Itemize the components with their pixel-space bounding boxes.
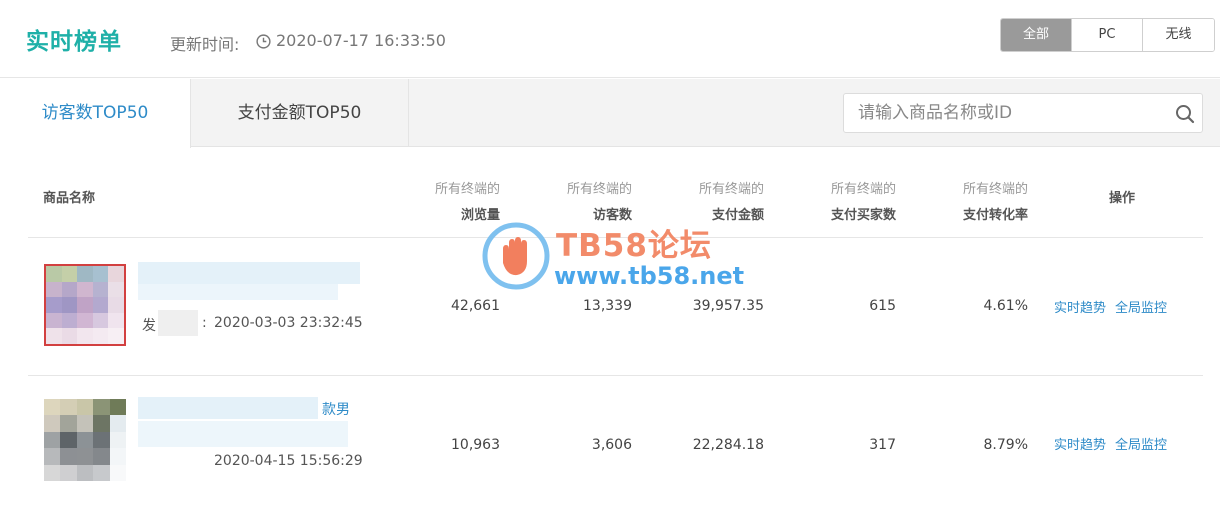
search-box [843,93,1203,133]
col-label: 支付转化率 [962,208,1028,223]
update-time-label: 更新时间: [170,35,240,54]
blurred-product-title[interactable] [138,397,318,419]
col-prefix: 所有终端的 [962,182,1028,197]
product-title-fragment[interactable]: 款男 [322,399,350,419]
watermark-title: TB58论坛 [556,228,712,264]
search-input[interactable] [844,94,1164,132]
tab-bar: 访客数TOP50 支付金额TOP50 [0,79,1220,148]
watermark-hand-logo-icon [482,222,550,290]
page-header: 实时榜单 更新时间: 2020-07-17 16:33:50 全部 PC 无线 [0,0,1220,78]
segment-wireless[interactable]: 无线 [1143,19,1214,51]
col-visitors: 所有终端的 访客数 [492,178,632,223]
publish-time-prefix: 发 [142,318,156,334]
col-payment-amount: 所有终端的 支付金额 [624,178,764,223]
search-icon[interactable] [1175,104,1195,124]
col-product-name: 商品名称 [43,191,96,206]
update-time-value: 2020-07-17 16:33:50 [276,31,446,50]
realtime-trend-link[interactable]: 实时趋势 [1054,434,1106,453]
col-prefix: 所有终端的 [434,182,500,197]
cell-paying-buyers: 615 [869,298,896,314]
col-label: 浏览量 [460,208,500,223]
publish-time: 2020-03-03 23:32:45 [214,315,363,331]
blurred-label [158,310,198,336]
cell-payment-amount: 22,284.18 [692,437,764,453]
col-label: 支付买家数 [830,208,896,223]
col-conversion-rate: 所有终端的 支付转化率 [888,178,1028,223]
publish-time: 2020-04-15 15:56:29 [214,453,363,469]
cell-visitors: 3,606 [591,437,632,453]
product-thumbnail[interactable] [44,399,126,481]
segment-all[interactable]: 全部 [1001,19,1072,51]
cell-conversion-rate: 4.61% [983,298,1028,314]
blurred-product-title[interactable] [138,262,360,284]
cell-paying-buyers: 317 [869,437,896,453]
publish-time-separator: : [202,315,207,331]
watermark-url: www.tb58.net [554,262,745,290]
cell-payment-amount: 39,957.35 [692,298,764,314]
tab-payment-top50[interactable]: 支付金额TOP50 [191,79,409,147]
tab-visitors-top50[interactable]: 访客数TOP50 [0,79,191,148]
clock-icon [256,34,271,49]
realtime-trend-link[interactable]: 实时趋势 [1054,297,1106,316]
cell-pageviews: 10,963 [451,437,500,453]
page-title: 实时榜单 [26,29,122,55]
segment-pc[interactable]: PC [1072,19,1143,51]
product-thumbnail[interactable] [44,264,126,346]
col-prefix: 所有终端的 [698,182,764,197]
global-monitor-link[interactable]: 全局监控 [1115,297,1167,316]
table-row: 款男 2020-04-15 15:56:29 10,963 3,606 22,2… [28,377,1203,512]
cell-conversion-rate: 8.79% [983,437,1028,453]
col-operations: 操作 [1108,191,1135,206]
col-paying-buyers: 所有终端的 支付买家数 [756,178,896,223]
col-pageviews: 所有终端的 浏览量 [360,178,500,223]
blurred-product-title-line2 [138,421,348,447]
col-prefix: 所有终端的 [566,182,632,197]
global-monitor-link[interactable]: 全局监控 [1115,434,1167,453]
col-prefix: 所有终端的 [830,182,896,197]
cell-visitors: 13,339 [583,298,632,314]
cell-pageviews: 42,661 [451,298,500,314]
blurred-product-title-line2 [138,284,338,300]
terminal-segment-group: 全部 PC 无线 [1000,18,1215,52]
